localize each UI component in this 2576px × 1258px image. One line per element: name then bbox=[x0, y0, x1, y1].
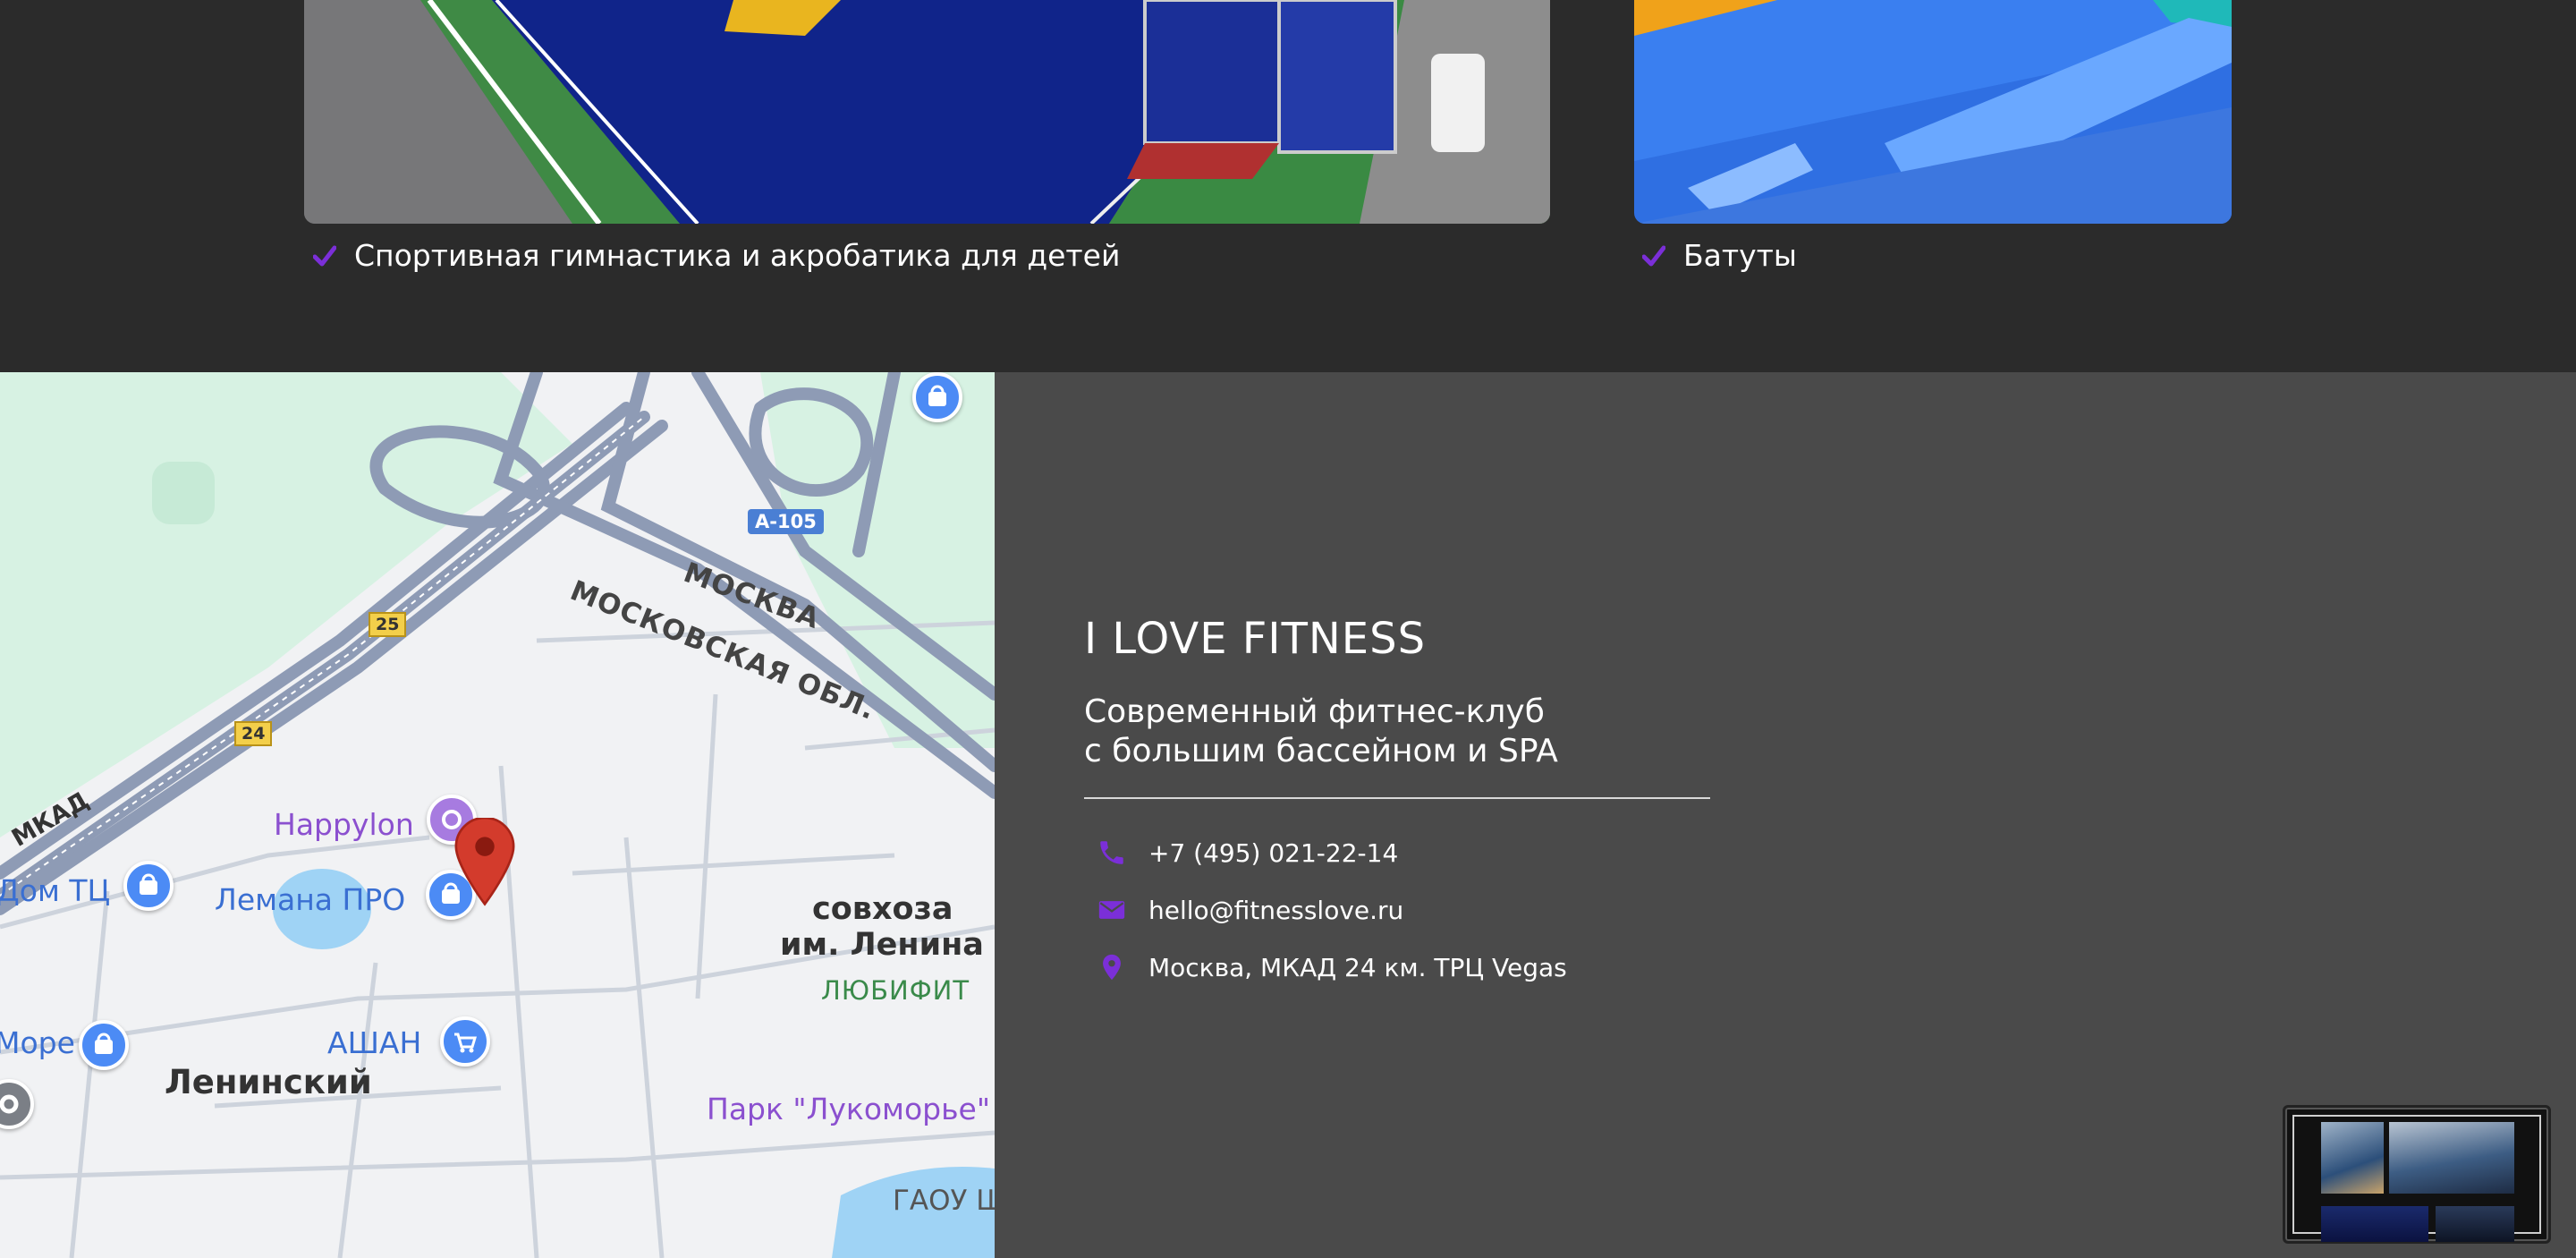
thumbnail-frame bbox=[2292, 1115, 2541, 1242]
map-label-dom-tc[interactable]: Дом ТЦ bbox=[0, 873, 110, 908]
km-shield-24: 24 bbox=[234, 721, 273, 746]
programs-section: Спортивная гимнастика и акробатика для д… bbox=[0, 0, 2576, 372]
gallery-thumbnail-widget[interactable] bbox=[2283, 1105, 2551, 1244]
thumbnail-image[interactable] bbox=[2436, 1206, 2514, 1242]
ashan-cart-icon[interactable] bbox=[440, 1016, 490, 1067]
program-gymnastics: Спортивная гимнастика и акробатика для д… bbox=[313, 238, 1120, 273]
trampolines-photo[interactable] bbox=[1634, 0, 2232, 224]
email-address[interactable]: hello@fitnesslove.ru bbox=[1148, 896, 1403, 925]
dom-tc-poi-icon[interactable] bbox=[123, 861, 174, 911]
club-tagline: Современный фитнес-клуб с большим бассей… bbox=[1084, 693, 1558, 771]
place-poi-icon[interactable] bbox=[0, 1079, 34, 1129]
map-label-lyubifit: ЛЮБИФИТ bbox=[821, 975, 970, 1006]
program-title: Спортивная гимнастика и акробатика для д… bbox=[354, 238, 1121, 273]
map-label-more[interactable]: Море bbox=[0, 1025, 75, 1060]
contact-email[interactable]: hello@fitnesslove.ru bbox=[1097, 895, 1403, 925]
contact-address: Москва, МКАД 24 км. ТРЦ Vegas bbox=[1097, 952, 1567, 982]
check-icon bbox=[313, 245, 336, 266]
map-label-park[interactable]: Парк "Лукоморье" bbox=[707, 1092, 990, 1126]
km-shield-25: 25 bbox=[369, 612, 407, 637]
map-label-ashan[interactable]: АШАН bbox=[327, 1025, 421, 1060]
check-icon bbox=[1642, 245, 1665, 266]
tagline-line: Современный фитнес-клуб bbox=[1084, 693, 1545, 730]
brand-name: I LOVE FITNESS bbox=[1084, 614, 1427, 664]
thumbnail-image[interactable] bbox=[2389, 1122, 2514, 1194]
map-label-sovkhoz-1: совхоза bbox=[812, 891, 953, 927]
program-title: Батуты bbox=[1683, 238, 1797, 273]
location-pin-icon[interactable] bbox=[453, 818, 517, 907]
map-label-sovkhoz-2: им. Ленина bbox=[780, 927, 984, 963]
location-map[interactable]: A-105 25 24 МОСКВА МОСКОВСКАЯ ОБЛ. МКАД … bbox=[0, 372, 995, 1258]
divider bbox=[1084, 797, 1710, 799]
shopping-poi-icon[interactable] bbox=[912, 372, 962, 422]
mail-icon bbox=[1098, 901, 1125, 919]
program-trampolines: Батуты bbox=[1642, 238, 1797, 273]
map-label-leninsky: Ленинский bbox=[165, 1063, 372, 1101]
tagline-line: с большим бассейном и SPA bbox=[1084, 733, 1558, 769]
location-icon bbox=[1103, 954, 1121, 981]
phone-number[interactable]: +7 (495) 021-22-14 bbox=[1148, 838, 1398, 868]
map-label-lemana[interactable]: Лемана ПРО bbox=[215, 882, 405, 917]
thumbnail-image[interactable] bbox=[2321, 1122, 2384, 1194]
more-poi-icon[interactable] bbox=[79, 1020, 129, 1070]
contact-phone[interactable]: +7 (495) 021-22-14 bbox=[1097, 837, 1398, 868]
map-label-happylon[interactable]: Happylon bbox=[274, 807, 414, 842]
map-label-gaou: ГАОУ Ш bbox=[893, 1185, 995, 1217]
address-text: Москва, МКАД 24 км. ТРЦ Vegas bbox=[1148, 952, 1567, 982]
road-shield-a105: A-105 bbox=[748, 509, 824, 534]
gymnastics-photo[interactable] bbox=[304, 0, 1550, 224]
phone-icon bbox=[1100, 841, 1123, 864]
thumbnail-image[interactable] bbox=[2321, 1206, 2428, 1242]
